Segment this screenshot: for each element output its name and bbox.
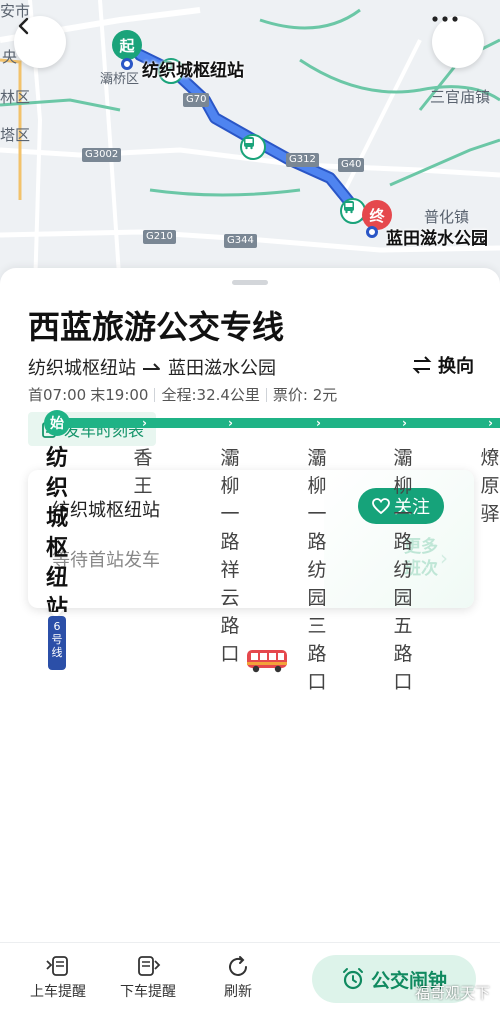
end-point-icon bbox=[366, 226, 378, 238]
refresh-button[interactable]: 刷新 bbox=[206, 953, 270, 1001]
station-item[interactable]: 香王 bbox=[130, 444, 156, 500]
map-place-label: 三官庙镇 bbox=[430, 88, 491, 106]
direction-arrow-icon: › bbox=[402, 416, 407, 430]
highway-shield: G344 bbox=[224, 234, 257, 248]
route-from: 纺织城枢纽站 bbox=[28, 358, 136, 379]
sheet-grabber[interactable] bbox=[232, 280, 268, 285]
heart-icon bbox=[372, 498, 390, 514]
map-place-label: 塔区 bbox=[0, 126, 31, 144]
more-button[interactable] bbox=[432, 16, 484, 68]
reverse-direction-button[interactable]: 换向 bbox=[412, 352, 474, 378]
direction-arrow-icon: › bbox=[142, 416, 147, 430]
board-alert-label: 上车提醒 bbox=[30, 984, 86, 1000]
metro-line-number: 6 bbox=[53, 620, 61, 633]
route-detail-sheet: 西蓝旅游公交专线 纺织城枢纽站 蓝田滋水公园 换向 首07:00 末19:00 … bbox=[0, 268, 500, 1012]
route-distance: 全程:32.4公里 bbox=[161, 386, 260, 404]
board-alert-button[interactable]: 上车提醒 bbox=[26, 953, 90, 1001]
last-bus-time: 末19:00 bbox=[90, 386, 149, 404]
highway-shield: G70 bbox=[183, 93, 210, 107]
watermark: 福哥观天下 bbox=[414, 984, 490, 1002]
start-station-badge: 始 bbox=[44, 410, 70, 436]
route-direction: 纺织城枢纽站 蓝田滋水公园 bbox=[28, 354, 276, 380]
chevron-left-icon bbox=[18, 17, 29, 35]
metro-line-text: 号线 bbox=[51, 633, 63, 659]
highway-shield: G40 bbox=[338, 158, 365, 172]
route-map[interactable]: 安市 央 林区 塔区 灞桥区 三官庙镇 普化镇 G70 G3002 G312 G… bbox=[0, 0, 500, 290]
board-bus-icon bbox=[46, 956, 68, 976]
start-point-icon bbox=[121, 58, 133, 70]
map-start-stop-label: 纺织城枢纽站 bbox=[142, 61, 244, 81]
highway-shield: G210 bbox=[143, 230, 176, 244]
alight-bus-icon bbox=[138, 956, 161, 976]
start-marker[interactable]: 起 bbox=[112, 30, 142, 60]
highway-shield: G312 bbox=[286, 153, 319, 167]
map-end-stop-label: 蓝田滋水公园 bbox=[386, 229, 488, 249]
route-line-track bbox=[60, 418, 500, 428]
direction-arrow-icon: › bbox=[228, 416, 233, 430]
station-item[interactable]: 灞柳一路纺园三路口 bbox=[304, 444, 330, 694]
route-meta: 首07:00 末19:00 全程:32.4公里 票价: 2元 bbox=[28, 384, 337, 405]
metro-line-badge[interactable]: 6 号线 bbox=[48, 616, 66, 670]
direction-arrow-icon: › bbox=[488, 416, 493, 430]
alight-alert-label: 下车提醒 bbox=[120, 984, 176, 1000]
station-item[interactable]: 燎原驿 bbox=[477, 444, 500, 528]
highway-shield: G3002 bbox=[82, 148, 122, 162]
chevron-right-icon: › bbox=[440, 546, 448, 570]
station-item[interactable]: 灞柳一路纺园五路口 bbox=[390, 444, 416, 694]
back-button[interactable] bbox=[14, 16, 66, 68]
more-dots-icon bbox=[432, 16, 458, 22]
refresh-icon bbox=[229, 956, 247, 976]
route-fare: 票价: 2元 bbox=[272, 386, 338, 404]
divider bbox=[154, 387, 156, 402]
reverse-label: 换向 bbox=[438, 356, 474, 377]
map-place-label: 灞桥区 bbox=[100, 72, 140, 87]
divider bbox=[265, 387, 267, 402]
swap-icon bbox=[412, 356, 432, 374]
route-title: 西蓝旅游公交专线 bbox=[28, 308, 285, 346]
first-bus-time: 首07:00 bbox=[28, 386, 87, 404]
station-item[interactable]: 纺织城枢纽站 bbox=[44, 444, 70, 612]
route-to: 蓝田滋水公园 bbox=[168, 358, 276, 379]
refresh-label: 刷新 bbox=[224, 984, 252, 1000]
alarm-clock-icon bbox=[342, 968, 363, 990]
map-place-label: 林区 bbox=[0, 88, 31, 106]
direction-arrow-icon: › bbox=[316, 416, 321, 430]
station-item[interactable]: 灞柳一路祥云路口 bbox=[217, 444, 243, 694]
bus-position-icon bbox=[246, 648, 288, 678]
bus-stop-icon[interactable] bbox=[240, 134, 266, 160]
arrow-right-icon bbox=[143, 363, 160, 370]
alight-alert-button[interactable]: 下车提醒 bbox=[116, 953, 180, 1001]
